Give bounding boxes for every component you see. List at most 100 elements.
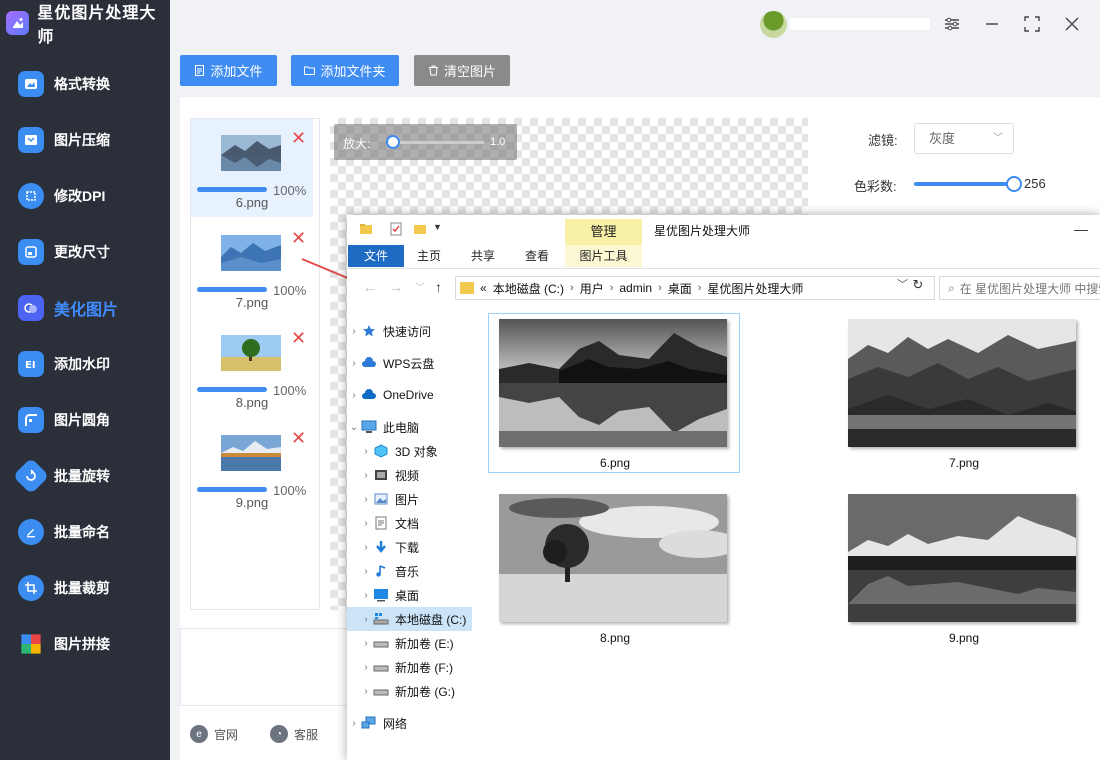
add-file-button[interactable]: 添加文件 — [180, 55, 277, 86]
chevron-right-icon[interactable]: › — [347, 390, 361, 401]
list-item[interactable]: ✕ 100% 8.png — [191, 319, 313, 417]
ribbon-context-tab-manage[interactable]: 管理 — [565, 219, 642, 245]
nav-item-downloads[interactable]: › 下载 — [347, 535, 472, 559]
sidebar-item-dpi[interactable]: 修改DPI — [0, 168, 170, 224]
delete-icon[interactable]: ✕ — [291, 329, 306, 347]
nav-item-volume-g[interactable]: › 新加卷 (G:) — [347, 679, 472, 703]
nav-item-volume-e[interactable]: › 新加卷 (E:) — [347, 631, 472, 655]
list-item[interactable]: ✕ 100% 6.png — [191, 119, 313, 217]
sidebar-item-crop[interactable]: 批量裁剪 — [0, 560, 170, 616]
recent-chevron-icon[interactable]: ﹀ — [415, 279, 425, 294]
sidebar-item-stitch[interactable]: 图片拼接 — [0, 616, 170, 672]
filter-select[interactable]: 灰度 ﹀ — [914, 123, 1014, 154]
up-arrow-icon[interactable]: ↑ — [435, 279, 442, 295]
network-icon — [361, 716, 377, 730]
chevron-right-icon[interactable]: › — [359, 638, 373, 649]
customer-service-link[interactable]: ◔ 客服 — [270, 725, 318, 743]
sidebar-item-round-corner[interactable]: 图片圆角 — [0, 392, 170, 448]
file-tile[interactable]: 7.png — [837, 313, 1089, 473]
nav-item-this-pc[interactable]: ⌄ 此电脑 — [347, 415, 472, 439]
tab-home[interactable]: 主页 — [409, 245, 449, 267]
clear-images-button[interactable]: 清空图片 — [414, 55, 510, 86]
sidebar-item-format-convert[interactable]: 格式转换 — [0, 56, 170, 112]
nav-item-3d-objects[interactable]: › 3D 对象 — [347, 439, 472, 463]
breadcrumb-item[interactable]: admin — [619, 281, 652, 295]
zoom-slider-track[interactable] — [392, 141, 484, 144]
nav-item-volume-f[interactable]: › 新加卷 (F:) — [347, 655, 472, 679]
file-tile[interactable]: 8.png — [488, 488, 740, 648]
chevron-right-icon[interactable]: › — [359, 686, 373, 697]
chevron-right-icon[interactable]: › — [347, 718, 361, 729]
settings-icon[interactable] — [940, 12, 964, 36]
file-name: 8.png — [599, 631, 631, 645]
maximize-icon[interactable] — [1020, 12, 1044, 36]
nav-item-desktop[interactable]: › 桌面 — [347, 583, 472, 607]
add-folder-button[interactable]: 添加文件夹 — [291, 55, 399, 86]
nav-item-pictures[interactable]: › 图片 — [347, 487, 472, 511]
delete-icon[interactable]: ✕ — [291, 229, 306, 247]
file-tile[interactable]: 9.png — [837, 488, 1089, 648]
chevron-down-icon[interactable]: ⌄ — [347, 422, 361, 433]
search-input[interactable]: ⌕ 在 星优图片处理大师 中搜索 — [939, 276, 1100, 300]
sidebar-item-rotate[interactable]: 批量旋转 — [0, 448, 170, 504]
nav-item-music[interactable]: › 音乐 — [347, 559, 472, 583]
nav-item-network[interactable]: › 网络 — [347, 711, 472, 735]
sidebar-item-compress[interactable]: 图片压缩 — [0, 112, 170, 168]
sidebar-item-beautify[interactable]: 美化图片 — [0, 280, 170, 336]
zoom-slider-handle[interactable] — [386, 135, 400, 149]
drive-icon — [373, 612, 389, 626]
color-count-slider-handle[interactable] — [1006, 176, 1022, 192]
chevron-right-icon[interactable]: › — [347, 326, 361, 337]
customize-toolbar-icon[interactable]: ▼ — [433, 222, 447, 236]
user-avatar[interactable] — [760, 11, 787, 38]
tab-picture-tools[interactable]: 图片工具 — [565, 245, 642, 267]
refresh-icon[interactable]: ↻ — [907, 277, 929, 295]
chevron-right-icon[interactable]: › — [359, 494, 373, 505]
forward-arrow-icon[interactable]: → — [389, 279, 403, 295]
delete-icon[interactable]: ✕ — [291, 429, 306, 447]
breadcrumb-item[interactable]: 桌面 — [668, 280, 692, 297]
nav-item-documents[interactable]: › 文档 — [347, 511, 472, 535]
sidebar-item-label: 修改DPI — [54, 188, 106, 204]
address-bar[interactable]: « 本地磁盘 (C:) › 用户 › admin › 桌面 › 星优图片处理大师 — [455, 276, 935, 300]
nav-item-wps-cloud[interactable]: › WPS云盘 — [347, 351, 472, 375]
breadcrumb-item[interactable]: 本地磁盘 (C:) — [493, 280, 564, 297]
chevron-right-icon[interactable]: › — [359, 518, 373, 529]
list-item[interactable]: ✕ 100% 9.png — [191, 419, 313, 517]
chevron-right-icon[interactable]: › — [359, 662, 373, 673]
chevron-right-icon[interactable]: › — [359, 446, 373, 457]
tab-view[interactable]: 查看 — [517, 245, 557, 267]
breadcrumb-item[interactable]: 用户 — [580, 280, 604, 297]
sidebar-item-resize[interactable]: 更改尺寸 — [0, 224, 170, 280]
back-arrow-icon[interactable]: ← — [363, 279, 377, 295]
chevron-right-icon[interactable]: › — [359, 542, 373, 553]
properties-icon[interactable] — [389, 222, 403, 236]
minimize-icon[interactable] — [980, 12, 1004, 36]
chevron-right-icon[interactable]: › — [359, 590, 373, 601]
close-icon[interactable] — [1060, 12, 1084, 36]
explorer-minimize-icon[interactable]: — — [1074, 221, 1088, 237]
website-link[interactable]: e 官网 — [190, 725, 238, 743]
tab-share[interactable]: 共享 — [463, 245, 503, 267]
nav-item-quick-access[interactable]: › 快速访问 — [347, 319, 472, 343]
app-logo-icon — [6, 11, 30, 35]
chevron-right-icon[interactable]: › — [359, 614, 373, 625]
nav-item-onedrive[interactable]: › OneDrive — [347, 383, 472, 407]
nav-label: WPS云盘 — [383, 356, 435, 371]
breadcrumb-item[interactable]: 星优图片处理大师 — [707, 280, 803, 297]
list-item[interactable]: ✕ 100% 7.png — [191, 219, 313, 317]
chevron-right-icon[interactable]: › — [359, 566, 373, 577]
svg-text:EI: EI — [25, 360, 36, 371]
new-folder-icon[interactable] — [413, 222, 427, 236]
nav-item-local-disk-c[interactable]: › 本地磁盘 (C:) — [347, 607, 472, 631]
delete-icon[interactable]: ✕ — [291, 129, 306, 147]
nav-item-videos[interactable]: › 视频 — [347, 463, 472, 487]
chevron-right-icon[interactable]: › — [347, 358, 361, 369]
chevron-right-icon[interactable]: › — [359, 470, 373, 481]
file-tile[interactable]: 6.png — [488, 313, 740, 473]
sidebar-item-rename[interactable]: 批量命名 — [0, 504, 170, 560]
color-count-slider-track[interactable] — [914, 182, 1014, 186]
file-explorer-window: ▼ 管理 星优图片处理大师 — 文件 主页 共享 查看 图片工具 ← → ﹀ ↑… — [347, 215, 1100, 760]
tab-file[interactable]: 文件 — [348, 245, 404, 267]
sidebar-item-watermark[interactable]: EI 添加水印 — [0, 336, 170, 392]
